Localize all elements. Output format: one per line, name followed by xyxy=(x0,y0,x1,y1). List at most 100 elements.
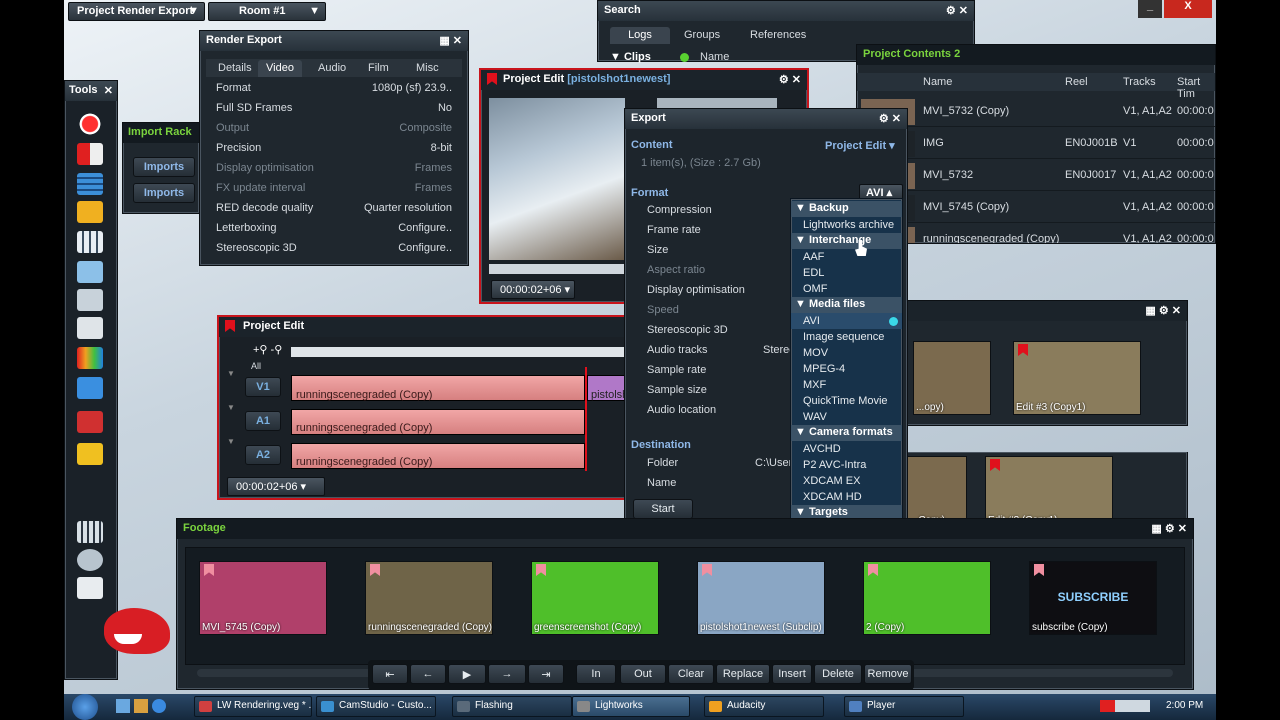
import-icon[interactable] xyxy=(77,143,103,165)
transport-out-button[interactable]: Out xyxy=(620,664,666,684)
viewer-timecode[interactable]: 00:00:02+06 ▾ xyxy=(491,280,575,299)
go-start-icon[interactable]: ⇤ xyxy=(372,664,408,684)
imports-button-1[interactable]: Imports xyxy=(133,157,195,177)
table-row[interactable]: MVI_5745 (Copy) V1, A1,A2 00:00:0 xyxy=(857,193,1215,223)
col-name[interactable]: Name xyxy=(923,76,952,88)
menu-section-media-files[interactable]: ▼ Media files xyxy=(791,297,902,313)
browser-icon[interactable] xyxy=(152,699,166,713)
scissors-icon[interactable] xyxy=(77,411,103,433)
setting-value[interactable]: Configure.. xyxy=(398,222,452,234)
taskbar-item[interactable]: CamStudio - Custo... xyxy=(316,696,436,717)
menu-item[interactable]: MXF xyxy=(791,377,902,393)
export-controls-icon[interactable]: ⚙ ✕ xyxy=(879,112,901,125)
menu-section-interchange[interactable]: ▼ Interchange xyxy=(791,233,902,249)
timeline-clip[interactable]: runningscenegraded (Copy) xyxy=(291,443,585,469)
setting-value[interactable]: Quarter resolution xyxy=(364,202,452,214)
track-A2[interactable]: A2 xyxy=(245,445,281,465)
tray-icons[interactable] xyxy=(1100,700,1150,712)
menu-item[interactable]: EDL xyxy=(791,265,902,281)
menu-item[interactable]: MPEG-4 xyxy=(791,361,902,377)
project-dropdown[interactable]: Project Render Export ▼ xyxy=(68,2,205,21)
play-icon[interactable]: ▶ xyxy=(448,664,486,684)
bins-icon[interactable] xyxy=(77,173,103,195)
bin-tile[interactable]: Edit #3 (Copy1) xyxy=(1013,341,1141,415)
bin-controls-icon[interactable]: ▦ ⚙ ✕ xyxy=(1145,304,1181,317)
setting-value[interactable]: 8-bit xyxy=(431,142,452,154)
transport-in-button[interactable]: In xyxy=(576,664,616,684)
menu-item[interactable]: P2 AVC-Intra xyxy=(791,457,902,473)
footage-controls-icon[interactable]: ▦ ⚙ ✕ xyxy=(1151,522,1187,535)
track-arrow-icon[interactable]: ▼ xyxy=(227,437,235,446)
table-row[interactable]: IMG EN0J001B V1 00:00:0 xyxy=(857,129,1215,159)
folder-icon[interactable] xyxy=(77,201,103,223)
step-back-icon[interactable]: ← xyxy=(410,664,446,684)
transport-replace-button[interactable]: Replace xyxy=(716,664,770,684)
setting-row[interactable]: Full SD Frames No xyxy=(210,99,458,119)
track-arrow-icon[interactable]: ▼ xyxy=(227,403,235,412)
timeline-clip[interactable]: runningscenegraded (Copy) xyxy=(291,409,585,435)
calculator-icon[interactable] xyxy=(77,377,103,399)
menu-section-camera-formats[interactable]: ▼ Camera formats xyxy=(791,425,902,441)
table-row[interactable]: MVI_5732 (Copy) V1, A1,A2 00:00:0 xyxy=(857,97,1215,127)
printer-icon[interactable] xyxy=(77,289,103,311)
setting-value[interactable]: Frames xyxy=(415,182,452,194)
menu-item[interactable]: Lightworks archive xyxy=(791,217,902,233)
table-row[interactable]: runningscenegraded (Copy) V1, A1,A2 00:00:… xyxy=(857,225,1215,243)
menu-item[interactable]: QuickTime Movie xyxy=(791,393,902,409)
keypad-icon[interactable] xyxy=(77,521,103,543)
setting-row[interactable]: Format 1080p (sf) 23.9.. xyxy=(210,79,458,99)
clips-group[interactable]: ▼ Clips xyxy=(610,51,651,63)
taskbar-item[interactable]: Flashing xyxy=(452,696,572,717)
setting-row[interactable]: Letterboxing Configure.. xyxy=(210,219,458,239)
tab-misc[interactable]: Misc xyxy=(408,60,447,77)
taskbar-item[interactable]: Lightworks xyxy=(572,696,690,717)
tab-film[interactable]: Film xyxy=(360,60,397,77)
tab-logs[interactable]: Logs xyxy=(610,27,670,44)
scrub-bar[interactable] xyxy=(489,264,625,274)
room-dropdown[interactable]: Room #1 ▼ xyxy=(208,2,326,21)
col-reel[interactable]: Reel xyxy=(1065,76,1088,88)
taskbar-item[interactable]: LW Rendering.veg * ... xyxy=(194,696,312,717)
close-button[interactable]: X xyxy=(1164,0,1212,18)
menu-item[interactable]: AVCHD xyxy=(791,441,902,457)
setting-row[interactable]: Output Composite xyxy=(210,119,458,139)
tab-groups[interactable]: Groups xyxy=(676,27,728,44)
tab-audio[interactable]: Audio xyxy=(310,60,354,77)
download-icon[interactable] xyxy=(77,443,103,465)
all-tracks-label[interactable]: All xyxy=(251,361,261,371)
menu-item[interactable]: WAV xyxy=(791,409,902,425)
start-orb-icon[interactable] xyxy=(72,694,98,720)
transport-remove-button[interactable]: Remove xyxy=(864,664,912,684)
meters-icon[interactable] xyxy=(77,347,103,369)
taskbar-item[interactable]: Audacity xyxy=(704,696,824,717)
footage-clip[interactable]: 2 (Copy) xyxy=(863,561,991,635)
menu-item[interactable]: Image sequence xyxy=(791,329,902,345)
setting-value[interactable]: 1080p (sf) 23.9.. xyxy=(372,82,452,94)
content-dropdown[interactable]: Project Edit ▾ xyxy=(825,139,895,152)
tab-details[interactable]: Details xyxy=(210,60,260,77)
setting-row[interactable]: Stereoscopic 3D Configure.. xyxy=(210,239,458,259)
drive-icon[interactable] xyxy=(77,317,103,339)
footage-clip[interactable]: SUBSCRIBE subscribe (Copy) xyxy=(1029,561,1157,635)
transport-delete-button[interactable]: Delete xyxy=(814,664,862,684)
menu-item[interactable]: AAF xyxy=(791,249,902,265)
zoom-icon[interactable]: +⚲ -⚲ xyxy=(253,343,282,356)
start-button[interactable]: Start xyxy=(633,499,693,519)
setting-value[interactable]: Frames xyxy=(415,162,452,174)
setting-value[interactable]: Configure.. xyxy=(398,242,452,254)
setting-value[interactable]: No xyxy=(438,102,452,114)
menu-item[interactable]: AVI xyxy=(791,313,902,329)
menu-item[interactable]: MOV xyxy=(791,345,902,361)
grid-icon[interactable] xyxy=(77,231,103,253)
track-arrow-icon[interactable]: ▼ xyxy=(227,369,235,378)
footage-clip[interactable]: runningscenegraded (Copy) xyxy=(365,561,493,635)
minimize-button[interactable]: _ xyxy=(1138,0,1162,18)
explorer-icon[interactable] xyxy=(134,699,148,713)
close-icon[interactable]: ▦ ✕ xyxy=(439,34,462,47)
transport-insert-button[interactable]: Insert xyxy=(772,664,812,684)
taskbar-item[interactable]: Player xyxy=(844,696,964,717)
viewer-controls-icon[interactable]: ⚙ ✕ xyxy=(779,73,801,86)
timeline-timecode[interactable]: 00:00:02+06 ▾ xyxy=(227,477,325,496)
menu-section-backup[interactable]: ▼ Backup xyxy=(791,201,902,217)
tab-video[interactable]: Video xyxy=(258,60,302,77)
